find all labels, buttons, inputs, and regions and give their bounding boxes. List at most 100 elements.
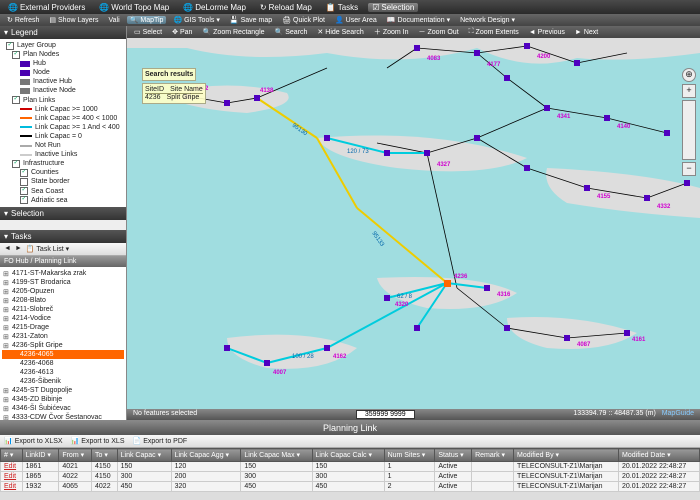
btn-zoomin[interactable]: ＋ Zoom In: [371, 27, 412, 37]
btn-quickplot[interactable]: 🖨 Quick Plot: [279, 16, 328, 24]
btn-search[interactable]: 🔍 Search: [272, 28, 311, 36]
tasks-list-btn[interactable]: 📋 Task List ▾: [26, 245, 69, 253]
cb-planlinks[interactable]: [12, 96, 20, 104]
tasks-next-icon[interactable]: ►: [15, 245, 22, 253]
btn-pan[interactable]: ✥ Pan: [169, 28, 195, 36]
cb-counties[interactable]: [20, 169, 28, 177]
cb-sea[interactable]: [20, 196, 28, 204]
tree-item[interactable]: 4236-Split Gripe: [2, 341, 124, 350]
edit-link[interactable]: Edit: [1, 482, 23, 492]
tab-external[interactable]: 🌐 External Providers: [4, 3, 89, 12]
btn-netdesign[interactable]: Network Design ▾: [457, 16, 518, 24]
table-row[interactable]: Edit1861402141501501201501501ActiveTELEC…: [1, 462, 700, 472]
tree-item[interactable]: 4171-ST-Makarska zrak: [2, 269, 124, 278]
col-header[interactable]: LinkID ▾: [22, 449, 59, 462]
tree-item[interactable]: 4236-4613: [2, 368, 124, 377]
selection-body: [0, 220, 126, 230]
tab-selection[interactable]: ☑ Selection: [368, 3, 418, 12]
edit-link[interactable]: Edit: [1, 462, 23, 472]
tree-item[interactable]: 4333-CDW Čvor Šestanovac: [2, 413, 124, 420]
ln-1000: [20, 108, 32, 110]
tasks-header[interactable]: ▾ Tasks: [0, 230, 126, 243]
btn-userarea[interactable]: 👤 User Area: [332, 16, 380, 24]
zoom-in-icon[interactable]: +: [682, 84, 696, 98]
cb-border[interactable]: [20, 178, 28, 186]
compass-icon[interactable]: ⊕: [682, 68, 696, 82]
btn-gistools[interactable]: 🌐 GIS Tools ▾: [170, 16, 222, 24]
col-header[interactable]: Link Capac Calc ▾: [312, 449, 384, 462]
tree-item[interactable]: 4214-Vodice: [2, 314, 124, 323]
btn-hidesearch[interactable]: ✕ Hide Search: [314, 28, 366, 36]
tab-tasks[interactable]: 📋 Tasks: [322, 3, 362, 12]
col-header[interactable]: Link Capac ▾: [117, 449, 171, 462]
tree-item-selected[interactable]: 4236-4065: [2, 350, 124, 359]
zoom-out-icon[interactable]: −: [682, 162, 696, 176]
tab-reload[interactable]: ↻ Reload Map: [256, 3, 316, 12]
btn-vali[interactable]: Vali: [105, 17, 122, 24]
cb-layergroup[interactable]: [6, 42, 14, 50]
tree-item[interactable]: 4236-4068: [2, 359, 124, 368]
col-header[interactable]: Link Capac Max ▾: [241, 449, 312, 462]
tree-item[interactable]: 4236-Šibenik: [2, 377, 124, 386]
col-header[interactable]: Num Sites ▾: [384, 449, 435, 462]
btn-layers[interactable]: ▤ Show Layers: [46, 16, 101, 24]
sw-node: [20, 70, 30, 76]
btn-savemap[interactable]: 💾 Save map: [227, 16, 275, 24]
cb-infra[interactable]: [12, 160, 20, 168]
ln-1: [20, 126, 32, 128]
svg-text:4162: 4162: [333, 354, 347, 360]
col-header[interactable]: To ▾: [92, 449, 118, 462]
tree-item[interactable]: 4199-ST Brodarica: [2, 278, 124, 287]
export-xls[interactable]: 📊 Export to XLS: [71, 437, 125, 445]
cb-coast[interactable]: [20, 187, 28, 195]
legend-header[interactable]: ▾ Legend: [0, 26, 126, 39]
map-canvas[interactable]: 4083 4177 4200 4341 4140 4327 4155 4332 …: [127, 38, 700, 409]
legend-body: Layer Group Plan Nodes Hub Node Inactive…: [0, 39, 126, 207]
svg-text:4087: 4087: [577, 342, 591, 348]
btn-zoomext[interactable]: ⛶ Zoom Extents: [466, 28, 522, 36]
btn-maptip[interactable]: 🔍 MapTip: [127, 16, 167, 24]
cell: TELECONSULT-Z1\Marijan: [514, 482, 619, 492]
tree-item[interactable]: 4205-Opuzen: [2, 287, 124, 296]
col-header[interactable]: Remark ▾: [472, 449, 514, 462]
btn-next[interactable]: ► Next: [572, 29, 601, 36]
col-header[interactable]: Link Capac Agg ▾: [171, 449, 241, 462]
export-xlsx[interactable]: 📊 Export to XLSX: [4, 437, 63, 445]
cell: 20.01.2022 22:48:27: [619, 472, 700, 482]
col-header[interactable]: Modified Date ▾: [619, 449, 700, 462]
tree-item[interactable]: 4245-ST Dugopolje: [2, 386, 124, 395]
table-row[interactable]: Edit1932406540224503204504502ActiveTELEC…: [1, 482, 700, 492]
tasks-prev-icon[interactable]: ◄: [4, 245, 11, 253]
data-grid[interactable]: # ▾LinkID ▾From ▾To ▾Link Capac ▾Link Ca…: [0, 448, 700, 492]
svg-text:95133: 95133: [370, 231, 385, 249]
edit-link[interactable]: Edit: [1, 472, 23, 482]
tree-item[interactable]: 4215-Drage: [2, 323, 124, 332]
col-header[interactable]: # ▾: [1, 449, 23, 462]
tree-item[interactable]: 4345-ZD Bibinje: [2, 395, 124, 404]
cell: 150: [117, 462, 171, 472]
status-left: No features selected: [133, 410, 197, 419]
selection-header[interactable]: ▾ Selection: [0, 207, 126, 220]
tab-delorme[interactable]: 🌐 DeLorme Map: [179, 3, 250, 12]
col-header[interactable]: From ▾: [59, 449, 92, 462]
cb-plannodes[interactable]: [12, 51, 20, 59]
export-pdf[interactable]: 📄 Export to PDF: [133, 437, 188, 445]
zoom-slider[interactable]: [682, 100, 696, 160]
col-header[interactable]: Status ▾: [435, 449, 472, 462]
tree-item[interactable]: 4231-Zaton: [2, 332, 124, 341]
tree-item[interactable]: 4208-Blato: [2, 296, 124, 305]
tree-item[interactable]: 4211-Slobreč: [2, 305, 124, 314]
btn-prev[interactable]: ◄ Previous: [526, 29, 568, 36]
btn-select[interactable]: ▭ Select: [131, 28, 165, 36]
tree-item[interactable]: 4346-ŠI Šubićevac: [2, 404, 124, 413]
btn-zoomout[interactable]: － Zoom Out: [416, 27, 462, 37]
btn-zoomrect[interactable]: 🔍 Zoom Rectangle: [199, 28, 267, 36]
coords-box[interactable]: 359999 9999: [356, 410, 415, 419]
zoom-control[interactable]: ⊕ + −: [682, 68, 696, 176]
btn-docs[interactable]: 📖 Documentation ▾: [384, 16, 453, 24]
tree[interactable]: 4171-ST-Makarska zrak 4199-ST Brodarica …: [0, 267, 126, 420]
table-row[interactable]: Edit1865402241503002003003001ActiveTELEC…: [1, 472, 700, 482]
btn-refresh[interactable]: ↻ Refresh: [4, 16, 42, 24]
tab-worldtopo[interactable]: 🌐 World Topo Map: [95, 3, 173, 12]
col-header[interactable]: Modified By ▾: [514, 449, 619, 462]
